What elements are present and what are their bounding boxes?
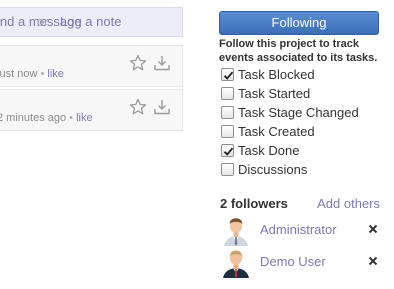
feed-item-meta: 2 minutes ago • like [0,112,93,124]
subtype-label: Task Created [238,124,315,139]
page: Send a message or Log a note Just now • … [0,0,394,289]
subtype-label: Task Done [238,143,300,158]
subtype-checkbox[interactable] [221,68,234,81]
subtype-checkbox[interactable] [221,163,234,176]
subtype-label: Task Stage Changed [238,105,359,120]
subtype-task-created[interactable]: Task Created [221,122,359,141]
subtype-checkbox[interactable] [221,144,234,157]
close-icon[interactable] [368,222,378,234]
following-button[interactable]: Following [219,11,379,35]
feed-item: 2 minutes ago • like [0,89,183,131]
log-note-tab[interactable]: Log a note [60,8,121,36]
subtype-task-blocked[interactable]: Task Blocked [221,65,359,84]
star-icon[interactable] [129,98,147,116]
followers-header: 2 followers Add others [220,196,380,212]
meta-separator: • [40,68,45,80]
follower-name[interactable]: Demo User [260,254,326,269]
follow-description: Follow this project to track events asso… [219,38,378,64]
feed-item-time: 2 minutes ago [0,112,67,124]
follower-name[interactable]: Administrator [260,222,337,237]
subtype-label: Task Blocked [238,67,315,82]
subtype-label: Task Started [238,86,311,101]
feed-item: Just now • like [0,45,183,87]
feed-item-time: Just now [0,68,38,80]
subtype-task-done[interactable]: Task Done [221,141,359,160]
follower-row: Administrator [220,216,380,246]
subtype-list: Task Blocked Task Started Task Stage Cha… [221,65,359,179]
subtype-task-started[interactable]: Task Started [221,84,359,103]
like-link[interactable]: like [76,112,93,124]
subtype-discussions[interactable]: Discussions [221,160,359,179]
download-icon[interactable] [153,98,171,116]
subtype-checkbox[interactable] [221,106,234,119]
feed-item-meta: Just now • like [0,68,64,80]
download-icon[interactable] [153,54,171,72]
close-icon[interactable] [368,254,378,266]
add-others-link[interactable]: Add others [317,196,380,211]
tab-separator: or [37,14,49,29]
like-link[interactable]: like [47,68,64,80]
subtype-checkbox[interactable] [221,125,234,138]
subtype-label: Discussions [238,162,308,177]
avatar [220,248,252,278]
follower-row: Demo User [220,248,380,278]
composer-tabs: Send a message or Log a note [0,7,183,37]
subtype-checkbox[interactable] [221,87,234,100]
star-icon[interactable] [129,54,147,72]
avatar [220,216,252,246]
followers-count: 2 followers [220,196,288,211]
meta-separator: • [69,112,74,124]
subtype-task-stage-changed[interactable]: Task Stage Changed [221,103,359,122]
